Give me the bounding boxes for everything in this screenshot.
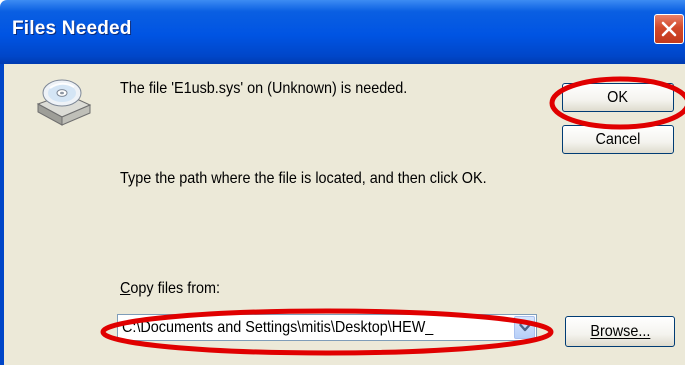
files-needed-dialog: Files Needed The file 'E1usb.sys' on (Un…: [0, 0, 685, 365]
copy-from-path-input[interactable]: C:\Documents and Settings\mitis\Desktop\…: [122, 319, 433, 337]
needed-file-message: The file 'E1usb.sys' on (Unknown) is nee…: [120, 80, 408, 97]
cancel-button[interactable]: Cancel: [562, 125, 674, 154]
copy-from-mnemonic: C: [120, 280, 131, 297]
title-bar: Files Needed: [0, 0, 685, 64]
chevron-down-icon: [519, 323, 531, 332]
ok-button-label: OK: [607, 88, 629, 106]
ok-button[interactable]: OK: [562, 83, 674, 112]
cancel-button-label: Cancel: [595, 130, 641, 148]
combobox-dropdown-button[interactable]: [514, 316, 535, 339]
copy-from-combobox[interactable]: C:\Documents and Settings\mitis\Desktop\…: [117, 314, 537, 341]
copy-from-label: Copy files from:: [120, 280, 220, 298]
dialog-body: The file 'E1usb.sys' on (Unknown) is nee…: [0, 64, 685, 365]
copy-from-label-text: opy files from:: [130, 280, 221, 297]
browse-button[interactable]: Browse...: [565, 316, 675, 347]
path-instruction: Type the path where the file is located,…: [120, 170, 487, 187]
close-button[interactable]: [654, 14, 684, 44]
cd-drive-icon: [36, 79, 92, 126]
window-title: Files Needed: [12, 18, 132, 39]
close-icon: [661, 21, 677, 37]
browse-button-label: Browse...: [589, 322, 651, 340]
